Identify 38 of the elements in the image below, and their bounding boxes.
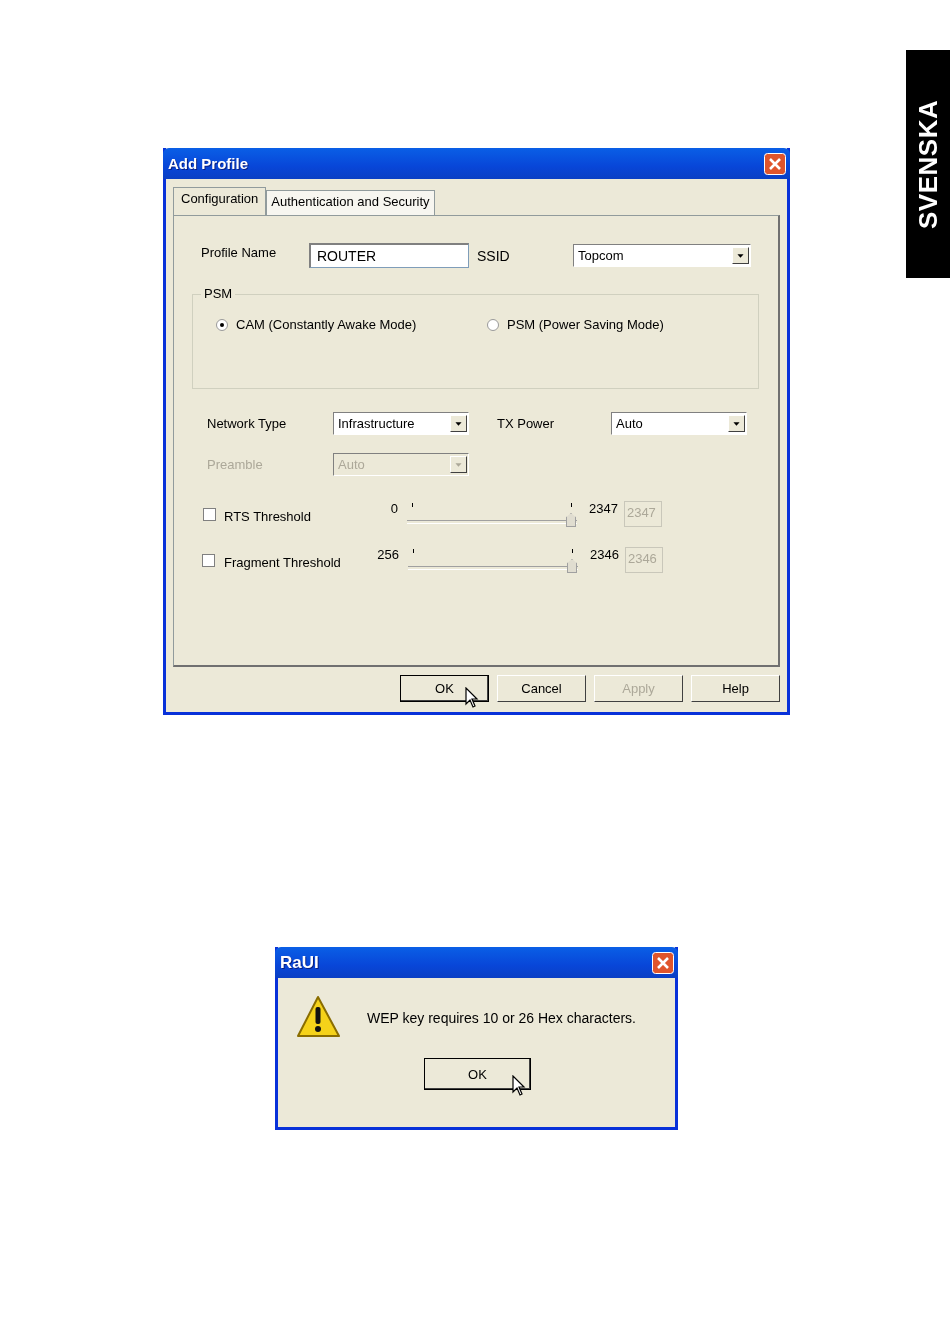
pointer-icon bbox=[465, 687, 479, 709]
dialog-button[interactable]: Cancel bbox=[497, 675, 586, 702]
checkbox[interactable] bbox=[202, 553, 215, 567]
dropdown[interactable]: Topcom bbox=[573, 244, 751, 267]
slider-max-label: 2347 bbox=[589, 500, 618, 516]
input-field[interactable]: ROUTER bbox=[309, 243, 469, 268]
slider-max-label: 2346 bbox=[590, 546, 619, 562]
window-title: Add Profile bbox=[168, 155, 248, 172]
tab[interactable]: Authentication and Security bbox=[266, 190, 435, 215]
tab[interactable]: Configuration bbox=[173, 187, 267, 215]
slider-min-label: 256 bbox=[376, 546, 399, 562]
close-icon[interactable] bbox=[652, 951, 674, 974]
radio-label: PSM (Power Saving Mode) bbox=[507, 317, 664, 332]
close-icon[interactable] bbox=[764, 152, 786, 175]
field-label: TX Power bbox=[497, 416, 556, 431]
field-label: Profile Name bbox=[201, 245, 278, 260]
dropdown[interactable]: Auto bbox=[611, 412, 747, 435]
radio-label: CAM (Constantly Awake Mode) bbox=[236, 317, 417, 332]
radio-button[interactable] bbox=[487, 318, 499, 331]
slider-thumb[interactable] bbox=[566, 513, 576, 527]
dialog-button[interactable]: Help bbox=[691, 675, 780, 702]
radio-button[interactable] bbox=[216, 318, 228, 331]
checkbox-label: Fragment Threshold bbox=[224, 554, 342, 570]
window-title: RaUI bbox=[280, 952, 319, 973]
checkbox[interactable] bbox=[203, 507, 216, 521]
alert-message: WEP key requires 10 or 26 Hex characters. bbox=[367, 1010, 636, 1026]
slider[interactable] bbox=[407, 501, 577, 527]
warning-icon bbox=[295, 995, 341, 1039]
slider-thumb[interactable] bbox=[567, 559, 577, 573]
slider-min-label: 0 bbox=[389, 500, 398, 516]
checkbox-label: RTS Threshold bbox=[224, 508, 312, 524]
pointer-icon bbox=[512, 1075, 526, 1097]
dropdown[interactable]: Infrastructure bbox=[333, 412, 469, 435]
slider[interactable] bbox=[408, 547, 578, 573]
field-label: Network Type bbox=[207, 416, 288, 431]
field-label: SSID bbox=[477, 247, 511, 264]
field-label: Preamble bbox=[207, 457, 264, 472]
group-title: PSM bbox=[201, 286, 236, 301]
